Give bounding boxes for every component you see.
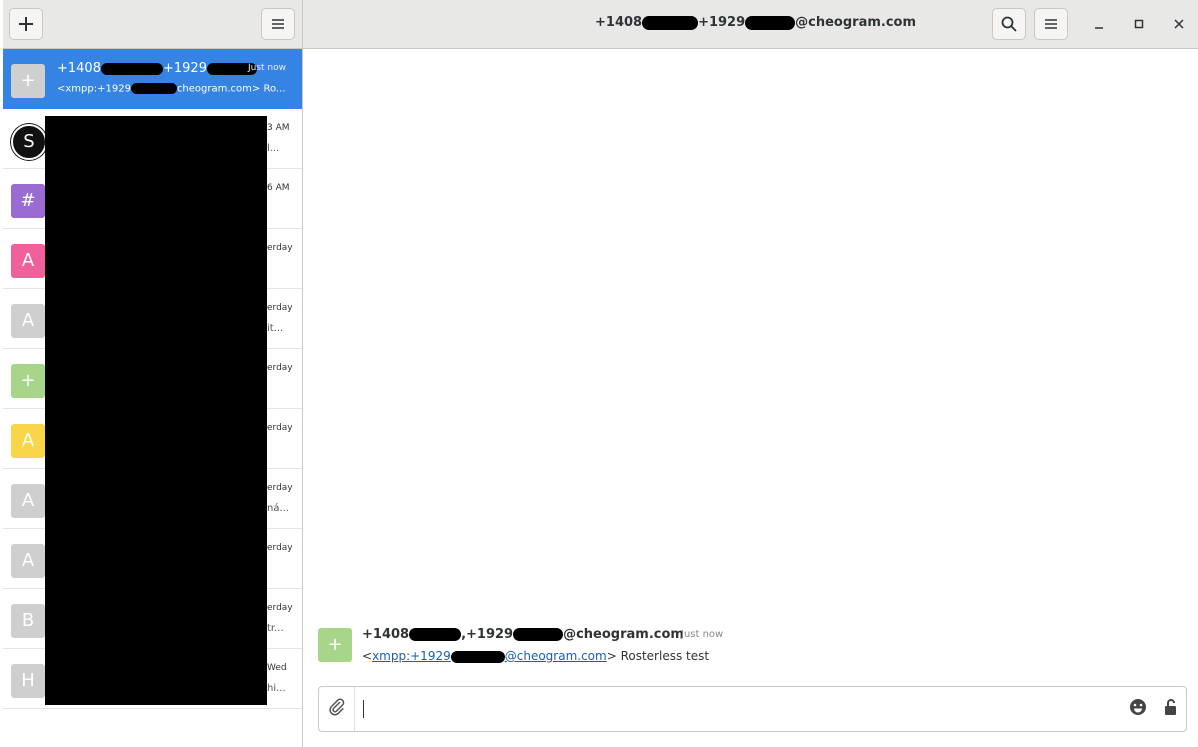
maximize-icon — [1134, 19, 1144, 29]
avatar: # — [11, 184, 45, 218]
redaction — [642, 15, 699, 30]
conversation-preview: <xmpp:+1929 cheogram.com> Ro... — [57, 83, 285, 95]
avatar: A — [11, 424, 45, 458]
redaction — [745, 15, 796, 30]
message-avatar: + — [318, 628, 352, 662]
unlocked-icon[interactable] — [1160, 696, 1182, 718]
sender-mid: ,+1929 — [461, 627, 514, 642]
close-window-button[interactable] — [1167, 12, 1191, 36]
link-prefix: xmpp:+1929 — [372, 649, 451, 663]
body-rest: > Rosterless test — [606, 649, 710, 663]
message-sender: +1408 ,+1929 @cheogram.com — [362, 627, 684, 642]
avatar: B — [11, 604, 45, 638]
redaction — [100, 62, 163, 75]
emoji-icon[interactable] — [1127, 696, 1149, 718]
conversation-time: 3 AM — [267, 123, 290, 133]
avatar: + — [11, 64, 45, 98]
conversation-preview: tr... — [267, 623, 284, 634]
title-mid: +1929 — [698, 15, 746, 30]
title-prefix: +1408 — [595, 15, 643, 30]
preview-prefix: <xmpp:+1929 — [57, 83, 131, 95]
avatar: A — [11, 244, 45, 278]
redaction — [130, 83, 177, 94]
maximize-button[interactable] — [1127, 12, 1151, 36]
conversation-time: erday — [267, 423, 293, 433]
paperclip-icon — [329, 698, 345, 716]
redaction — [450, 650, 505, 663]
conversation-time: erday — [267, 603, 293, 613]
add-icon — [19, 17, 33, 31]
sidebar-header — [3, 0, 303, 48]
conversation-preview: ná... — [267, 503, 290, 514]
chat-app-window: +1408 +1929 @cheogram.com + +1408 +1929 … — [3, 0, 1198, 747]
conversation-time: 6 AM — [267, 183, 290, 193]
redaction-block — [45, 116, 267, 705]
link-suffix: @cheogram.com — [504, 649, 607, 663]
conversation-preview: l... — [267, 143, 280, 154]
sender-suffix: @cheogram.com — [563, 627, 684, 642]
avatar: S — [11, 124, 47, 160]
title-suffix: @cheogram.com — [795, 15, 917, 30]
body-open: < — [362, 649, 373, 663]
minimize-button[interactable] — [1087, 12, 1111, 36]
conversation-list: + +1408 +1929 Just now <xmpp:+1929 cheogra… — [3, 49, 303, 747]
avatar: A — [11, 544, 45, 578]
sidebar-menu-button[interactable] — [261, 8, 295, 40]
conversation-time: erday — [267, 303, 293, 313]
attach-button[interactable] — [319, 687, 355, 731]
conversation-time: erday — [267, 543, 293, 553]
sender-prefix: +1408 — [362, 627, 410, 642]
conversation-time: Wed — [267, 663, 287, 673]
redaction — [513, 628, 564, 641]
conversation-time: erday — [267, 363, 293, 373]
name-mid: +1929 — [162, 61, 207, 76]
conversation-preview: hi... — [267, 683, 286, 694]
minimize-icon — [1095, 27, 1103, 29]
avatar: A — [11, 304, 45, 338]
preview-suffix: cheogram.com> Ro... — [176, 83, 286, 95]
message-link[interactable]: xmpp:+1929 @cheogram.com — [372, 649, 607, 663]
redaction — [409, 628, 462, 641]
message-body: <xmpp:+1929 @cheogram.com> Rosterless tes… — [362, 649, 709, 663]
conversation-menu-button[interactable] — [1034, 8, 1068, 40]
message-time: Just now — [681, 629, 724, 640]
conversation-time: erday — [267, 483, 293, 493]
name-prefix: +1408 — [57, 61, 101, 76]
add-conversation-button[interactable] — [9, 8, 43, 40]
search-icon — [1001, 16, 1017, 32]
conversation-title: +1408 +1929 @cheogram.com — [595, 15, 916, 30]
message-input[interactable] — [363, 700, 1066, 718]
close-icon — [1174, 19, 1184, 29]
message-composer — [318, 686, 1187, 732]
chat-view: + +1408 ,+1929 @cheogram.com Just now <xmp… — [303, 49, 1198, 747]
avatar: H — [11, 664, 45, 698]
avatar: + — [11, 364, 45, 398]
avatar: A — [11, 484, 45, 518]
menu-icon — [272, 19, 284, 29]
menu-icon — [1045, 19, 1057, 29]
header-bar: +1408 +1929 @cheogram.com — [3, 0, 1198, 49]
conversation-name: +1408 +1929 — [57, 61, 257, 76]
search-button[interactable] — [992, 8, 1026, 40]
conversation-preview: it... — [267, 323, 284, 334]
conversation-time: erday — [267, 243, 293, 253]
conversation-time: Just now — [247, 63, 286, 73]
conversation-item-active[interactable]: + +1408 +1929 Just now <xmpp:+1929 cheogra… — [3, 49, 302, 109]
